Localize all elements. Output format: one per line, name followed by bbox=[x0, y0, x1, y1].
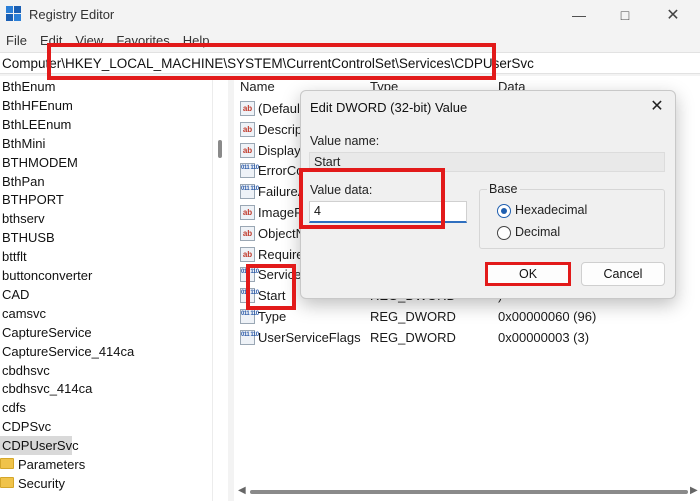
value-name-field: Start bbox=[309, 152, 665, 172]
binary-value-icon: 011 110 bbox=[240, 163, 259, 179]
tree-item-label: Parameters bbox=[18, 457, 86, 472]
maximize-icon[interactable]: □ bbox=[602, 4, 648, 26]
dialog-close-icon[interactable]: ✕ bbox=[647, 97, 667, 117]
value-data: 0x00000060 (96) bbox=[498, 309, 597, 324]
folder-icon bbox=[0, 458, 14, 469]
scroll-right-icon[interactable]: ▶ bbox=[690, 485, 698, 496]
tree-item[interactable]: bthserv bbox=[0, 209, 45, 228]
binary-value-icon: 011 110 bbox=[240, 329, 259, 345]
tree-item[interactable]: BthHFEnum bbox=[0, 96, 73, 115]
tree-item[interactable]: CDPUserSvc bbox=[0, 436, 79, 456]
base-group bbox=[479, 189, 665, 249]
tree-item-child[interactable]: Parameters bbox=[0, 455, 85, 474]
string-value-icon: ab bbox=[240, 142, 255, 158]
cancel-button[interactable]: Cancel bbox=[581, 262, 665, 286]
menu-favorites[interactable]: Favorites bbox=[110, 30, 176, 52]
hexadecimal-label[interactable]: Hexadecimal bbox=[515, 203, 587, 217]
tree-item[interactable]: BTHUSB bbox=[0, 228, 55, 247]
tree-item[interactable]: BthLEEnum bbox=[0, 115, 71, 134]
value-name: UserServiceFlags bbox=[258, 329, 361, 345]
dialog-title: Edit DWORD (32-bit) Value bbox=[310, 100, 468, 115]
decimal-radio[interactable] bbox=[497, 226, 511, 240]
menu-view[interactable]: View bbox=[69, 30, 110, 52]
string-value-icon: ab bbox=[240, 225, 255, 241]
close-icon[interactable]: ✕ bbox=[650, 4, 696, 26]
tree-item[interactable]: BTHMODEM bbox=[0, 153, 78, 172]
binary-value-icon: 011 110 bbox=[240, 184, 259, 200]
menu-help[interactable]: Help bbox=[177, 30, 217, 52]
string-value-icon: ab bbox=[240, 246, 255, 262]
value-type: REG_DWORD bbox=[370, 329, 456, 345]
hexadecimal-radio[interactable] bbox=[497, 204, 511, 218]
scroll-left-icon[interactable]: ◀ bbox=[238, 485, 246, 496]
tree-item-child[interactable]: Security bbox=[0, 474, 65, 493]
tree-item[interactable]: camsvc bbox=[0, 304, 46, 323]
tree-item[interactable]: buttonconverter bbox=[0, 266, 92, 285]
values-horizontal-scrollbar[interactable]: ◀ ▶ bbox=[234, 483, 700, 501]
title-bar: Registry Editor — □ ✕ bbox=[0, 0, 700, 30]
column-header-name[interactable]: Name bbox=[240, 79, 275, 94]
window-title: Registry Editor bbox=[29, 7, 115, 22]
ok-button[interactable]: OK bbox=[486, 262, 570, 286]
tree-item[interactable]: bttflt bbox=[0, 247, 27, 266]
h-scroll-thumb[interactable] bbox=[250, 490, 688, 494]
value-data-label: Value data: bbox=[310, 183, 373, 197]
tree-item[interactable]: cbdhsvc bbox=[0, 361, 50, 380]
tree-item[interactable]: BthEnum bbox=[0, 77, 55, 96]
folder-icon bbox=[0, 476, 14, 488]
binary-value-icon: 011 110 bbox=[240, 267, 259, 283]
tree-item[interactable]: BTHPORT bbox=[0, 190, 64, 209]
tree-item[interactable]: CAD bbox=[0, 285, 29, 304]
binary-value-icon: 011 110 bbox=[240, 288, 259, 304]
tree-item[interactable]: BthMini bbox=[0, 134, 45, 153]
pane-splitter[interactable] bbox=[229, 76, 233, 501]
minimize-icon[interactable]: — bbox=[556, 4, 602, 26]
address-bar[interactable]: Computer\HKEY_LOCAL_MACHINE\SYSTEM\Curre… bbox=[0, 52, 700, 74]
tree-item-label: Security bbox=[18, 475, 65, 491]
registry-tree: BthEnum BthHFEnum BthLEEnum BthMini BTHMODEM… bbox=[0, 76, 212, 501]
decimal-label[interactable]: Decimal bbox=[515, 225, 560, 239]
string-value-icon: ab bbox=[240, 121, 255, 137]
tree-item[interactable]: CDPSvc bbox=[0, 417, 51, 436]
value-row[interactable]: 011 110 Type REG_DWORD 0x00000060 (96) bbox=[234, 306, 700, 327]
value-data-input[interactable]: 4 bbox=[309, 201, 467, 223]
menu-file[interactable]: File bbox=[0, 30, 34, 52]
address-path[interactable]: Computer\HKEY_LOCAL_MACHINE\SYSTEM\Curre… bbox=[2, 56, 534, 71]
tree-scroll-thumb[interactable] bbox=[218, 140, 222, 158]
binary-value-icon: 011 110 bbox=[240, 309, 259, 324]
registry-editor-icon bbox=[6, 6, 22, 22]
value-row[interactable]: 011 110 UserServiceFlags REG_DWORD 0x000000… bbox=[234, 327, 700, 348]
string-value-icon: ab bbox=[240, 101, 255, 116]
tree-item[interactable]: BthPan bbox=[0, 172, 45, 191]
tree-item[interactable]: CaptureService_414ca bbox=[0, 342, 134, 361]
value-data: 0x00000003 (3) bbox=[498, 329, 590, 345]
value-name-label: Value name: bbox=[310, 134, 380, 148]
tree-item[interactable]: cbdhsvc_414ca bbox=[0, 379, 92, 398]
base-label: Base bbox=[487, 182, 520, 196]
tree-scrollbar[interactable] bbox=[212, 76, 228, 501]
value-type: REG_DWORD bbox=[370, 309, 456, 324]
string-value-icon: ab bbox=[240, 205, 255, 220]
edit-dword-dialog: Edit DWORD (32-bit) Value ✕ Value name: … bbox=[300, 90, 676, 299]
menu-bar: File Edit View Favorites Help bbox=[0, 30, 700, 52]
tree-item[interactable]: CaptureService bbox=[0, 323, 92, 342]
tree-item[interactable]: cdfs bbox=[0, 398, 26, 417]
value-name: Start bbox=[258, 288, 286, 304]
menu-edit[interactable]: Edit bbox=[34, 30, 69, 52]
value-name: Type bbox=[258, 309, 287, 324]
